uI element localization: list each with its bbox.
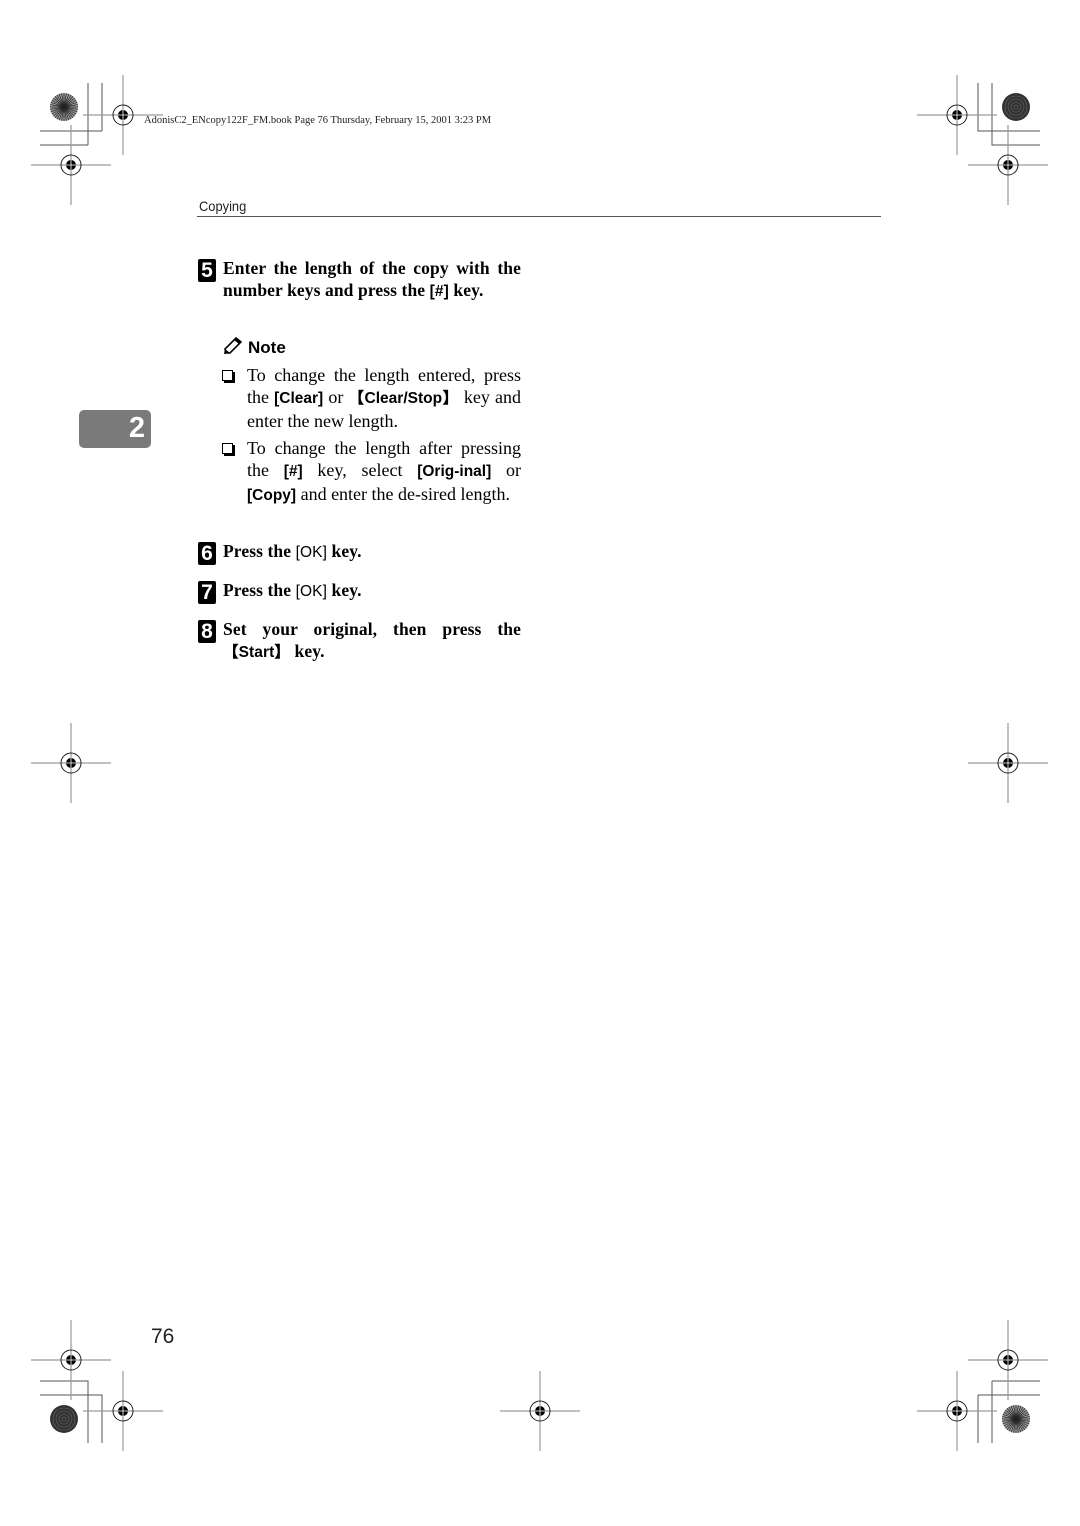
step-text: Press the [OK] key. <box>223 540 521 564</box>
step-number-icon: 7 <box>198 581 216 604</box>
section-title: Copying <box>199 198 247 214</box>
print-header: AdonisC2_ENcopy122F_FM.book Page 76 Thur… <box>144 115 492 126</box>
registration-target-icon <box>31 723 111 803</box>
note-label: Note <box>248 338 286 357</box>
note-bullet: To change the length after pressing the … <box>222 437 521 507</box>
concentric-target-icon <box>50 1405 78 1433</box>
registration-target-icon <box>917 75 997 155</box>
registration-target-icon <box>968 125 1048 205</box>
step-number-icon: 8 <box>198 620 216 643</box>
printer-marks <box>31 75 1048 1451</box>
registration-target-icon <box>917 1371 997 1451</box>
key-label: [OK] <box>295 583 328 600</box>
step-6: 6 Press the [OK] key. <box>198 540 521 565</box>
note-bullet: To change the length entered, press the … <box>222 364 521 432</box>
text-run: and enter the de-sired length. <box>296 484 510 504</box>
text-run: key. <box>448 280 484 300</box>
registration-target-icon <box>500 1371 580 1451</box>
step-number-icon: 6 <box>198 542 216 565</box>
key-label: 【Clear/Stop】 <box>348 390 459 407</box>
step-text: Set your original, then press the 【Start… <box>223 618 521 664</box>
step-8: 8 Set your original, then press the 【Sta… <box>198 618 521 664</box>
key-label: [Clear] <box>274 390 324 407</box>
key-label: [#] <box>429 283 449 300</box>
starburst-target-icon <box>50 93 78 121</box>
chapter-tab: 2 <box>79 410 151 448</box>
note-heading: Note <box>222 337 286 358</box>
key-label: [OK] <box>295 544 328 561</box>
text-run: or <box>491 460 521 480</box>
registration-target-icon <box>31 1320 111 1400</box>
key-label: [Copy] <box>247 487 297 504</box>
registration-target-icon <box>31 125 111 205</box>
step-text: Press the [OK] key. <box>223 579 521 603</box>
registration-target-icon <box>968 723 1048 803</box>
header-rule <box>197 216 881 217</box>
key-label: [#] <box>283 463 303 480</box>
key-label: [Orig-inal] <box>417 463 492 480</box>
text-run: key. <box>290 641 325 661</box>
starburst-target-icon <box>1002 1405 1030 1433</box>
key-label: 【Start】 <box>223 644 291 661</box>
note-bullet-text: To change the length after pressing the … <box>247 437 521 507</box>
step-number-icon: 5 <box>198 259 216 282</box>
text-run: key. <box>327 580 362 600</box>
checkbox-bullet-icon <box>222 443 235 456</box>
page-number: 76 <box>151 1325 175 1348</box>
registration-target-icon <box>968 1320 1048 1400</box>
text-run: or <box>323 387 349 407</box>
pencil-icon <box>224 337 243 354</box>
chapter-number: 2 <box>128 412 145 444</box>
text-run: Set your original, then press the <box>223 619 521 639</box>
registration-target-icon <box>83 1371 163 1451</box>
concentric-target-icon <box>1002 93 1030 121</box>
note-bullet-text: To change the length entered, press the … <box>247 364 521 432</box>
step-7: 7 Press the [OK] key. <box>198 579 521 604</box>
text-run: Press the <box>223 541 296 561</box>
checkbox-bullet-icon <box>222 370 235 383</box>
text-run: Press the <box>223 580 296 600</box>
step-text: Enter the length of the copy with the nu… <box>223 257 521 303</box>
step-5: 5 Enter the length of the copy with the … <box>198 257 521 303</box>
text-run: key. <box>327 541 362 561</box>
text-run: key, select <box>302 460 418 480</box>
